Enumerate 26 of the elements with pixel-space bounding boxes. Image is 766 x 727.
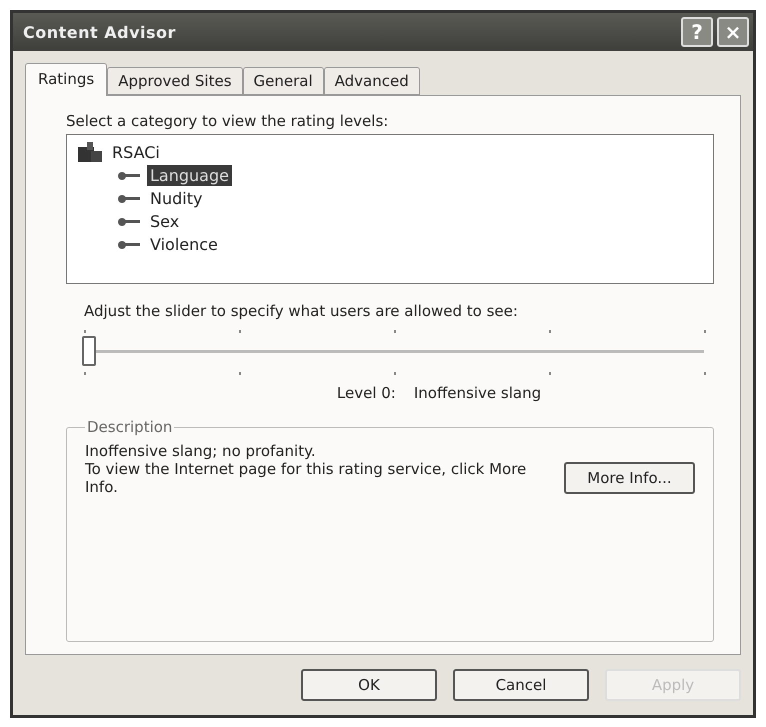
level-caption: Level 0: xyxy=(336,384,396,402)
tree-item[interactable]: RSACi xyxy=(109,142,163,162)
more-info-button[interactable]: More Info... xyxy=(564,462,695,494)
tab[interactable]: Advanced xyxy=(324,67,420,95)
tree-item[interactable]: Violence xyxy=(147,234,221,255)
key-icon xyxy=(117,170,141,182)
group-title: Description xyxy=(86,418,174,436)
dialog-button[interactable]: OK xyxy=(301,669,437,701)
dialog-button[interactable]: Cancel xyxy=(453,669,589,701)
description-text: Inoffensive slang; no profanity. xyxy=(85,442,317,460)
tree-item[interactable]: Language xyxy=(147,165,232,186)
info-text: To view the Internet page for this rating service, click More Info. xyxy=(85,460,528,496)
level-name: Inoffensive slang xyxy=(414,384,542,402)
window-title: Content Advisor xyxy=(23,22,177,42)
key-icon xyxy=(117,216,141,228)
tab[interactable]: Approved Sites xyxy=(107,67,243,95)
tree-item[interactable]: Sex xyxy=(147,211,182,232)
tree-item[interactable]: Nudity xyxy=(147,188,206,209)
key-icon xyxy=(117,238,141,250)
slider-label: Adjust the slider to specify what users are allowed to see: xyxy=(84,302,519,320)
key-icon xyxy=(117,192,141,204)
tab[interactable]: General xyxy=(242,67,324,95)
ratings-icon xyxy=(77,141,103,163)
category-label: Select a category to view the rating levels: xyxy=(66,112,390,130)
tab[interactable]: Ratings xyxy=(25,63,108,96)
slider-thumb[interactable] xyxy=(82,336,96,366)
